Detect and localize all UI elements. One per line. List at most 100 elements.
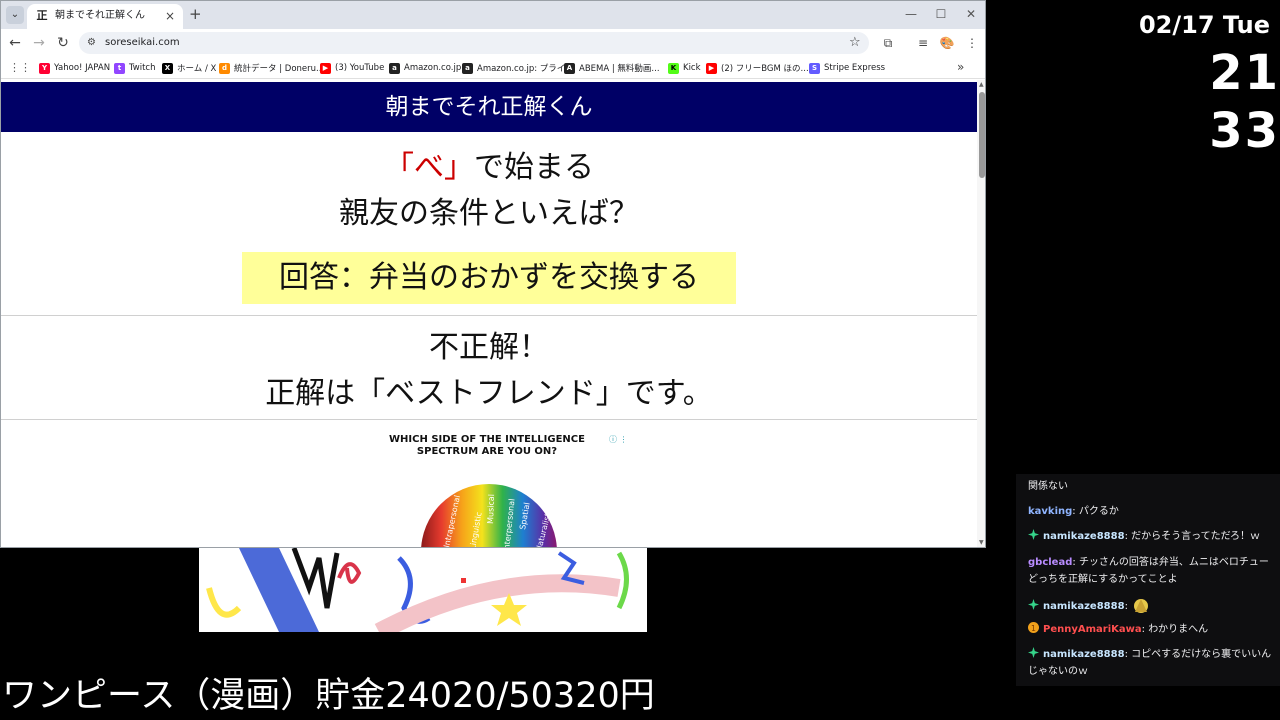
correct-answer: 正解は「ベストフレンド」です。: [265, 376, 713, 411]
advertisement[interactable]: WHICH SIDE OF THE INTELLIGENCE SPECTRUM …: [389, 432, 639, 548]
result-verdict: 不正解！: [429, 330, 549, 365]
bookmarks-more-icon[interactable]: »: [957, 60, 964, 74]
stripe-icon: S: [809, 62, 820, 74]
site-info-icon[interactable]: ⚙: [87, 36, 96, 50]
bookmark-free-bgm[interactable]: ▶ (2) フリーBGM ほの...: [706, 60, 809, 76]
doodle-dot: [461, 578, 466, 583]
chat-panel: 関係ない kavking: パクるか namikaze8888: だからそう言っ…: [1016, 474, 1280, 686]
chat-text: パクるか: [1078, 506, 1119, 517]
youtube-icon: ▶: [706, 62, 717, 74]
reload-button[interactable]: ↻: [55, 35, 71, 51]
chat-username[interactable]: PennyAmariKawa: [1043, 624, 1142, 635]
bookmark-label: Twitch: [129, 63, 156, 73]
back-button[interactable]: ←: [7, 35, 23, 51]
ad-label: Musical: [486, 494, 496, 524]
minimize-button[interactable]: —: [904, 6, 918, 22]
bookmark-label: Yahoo! JAPAN: [54, 63, 111, 73]
chat-username[interactable]: namikaze8888: [1043, 601, 1125, 612]
bookmark-label: 統計データ | Doneru...: [234, 64, 325, 74]
page-scrollbar[interactable]: ▲ ▼: [977, 80, 985, 547]
bookmark-label: ABEMA | 無料動画...: [579, 64, 660, 74]
amazon-icon: a: [462, 62, 473, 74]
new-tab-button[interactable]: +: [189, 5, 202, 23]
profile-icon[interactable]: 🎨: [939, 35, 955, 51]
browser-toolbar: ← → ↻ ⚙ soreseikai.com ☆ ⧉ ≡ 🎨 ⋮: [1, 29, 985, 57]
apps-grid-icon[interactable]: ⋮⋮: [9, 61, 31, 75]
question-rest: で始まる: [474, 150, 594, 185]
bookmark-youtube[interactable]: ▶ (3) YouTube: [320, 60, 384, 76]
chat-message: 関係ない: [1028, 478, 1272, 495]
forward-button[interactable]: →: [31, 35, 47, 51]
bookmark-yahoo[interactable]: Y Yahoo! JAPAN: [39, 60, 110, 76]
chat-username[interactable]: namikaze8888: [1043, 649, 1125, 660]
amazon-icon: a: [389, 62, 400, 74]
bookmark-x[interactable]: X ホーム / X: [162, 60, 216, 76]
sparkle-badge-icon: [1028, 599, 1039, 610]
divider: [1, 419, 977, 420]
emote-icon: [1134, 599, 1149, 613]
doodle-stroke: [206, 587, 242, 618]
answer-box: 回答：弁当のおかずを交換する: [242, 252, 736, 304]
x-icon: X: [162, 62, 173, 74]
doodle-stroke: [239, 548, 319, 632]
chat-text: わかりまへん: [1148, 624, 1209, 635]
browser-window: ⌄ 正 朝までそれ正解くん × + — ☐ ✕ ← → ↻ ⚙ soreseik…: [0, 0, 986, 548]
savings-counter: ワンピース（漫画）貯金24020/50320円: [2, 676, 655, 716]
overlay-time: 21 33: [1209, 45, 1280, 159]
site-header[interactable]: 朝までそれ正解くん: [1, 82, 977, 132]
bookmark-label: Kick: [683, 63, 701, 73]
url-text[interactable]: soreseikai.com: [105, 36, 180, 50]
question-line-2: 親友の条件といえば？: [339, 196, 639, 231]
chat-message: namikaze8888: だからそう言ってただろ！ｗ: [1028, 528, 1272, 545]
ad-title[interactable]: WHICH SIDE OF THE INTELLIGENCE SPECTRUM …: [389, 434, 585, 458]
bookmark-label: Amazon.co.jp: プライ...: [477, 64, 574, 74]
bookmark-label: ホーム / X: [177, 64, 217, 74]
ad-info-icon[interactable]: ⓘ ⋮: [609, 434, 628, 445]
chat-message: kavking: パクるか: [1028, 506, 1119, 517]
bookmark-kick[interactable]: K Kick: [668, 60, 701, 76]
bookmark-stripe[interactable]: S Stripe Express: [809, 60, 885, 76]
bookmark-twitch[interactable]: t Twitch: [114, 60, 156, 76]
doodle-artwork: [206, 548, 629, 632]
tab-title: 朝までそれ正解くん: [55, 10, 145, 21]
chat-username[interactable]: gbclead: [1028, 557, 1072, 568]
bookmark-amazon[interactable]: a Amazon.co.jp: [389, 60, 461, 76]
chat-message: namikaze8888:: [1028, 596, 1272, 615]
bookmark-abema[interactable]: A ABEMA | 無料動画...: [564, 60, 660, 76]
scroll-down-icon[interactable]: ▼: [979, 539, 984, 546]
doodle-stroke: [337, 562, 362, 584]
overlay-date: 02/17 Tue: [1138, 11, 1270, 39]
question-line-1: 「べ」で始まる: [1, 148, 977, 188]
scroll-thumb[interactable]: [979, 92, 985, 178]
active-tab[interactable]: 正 朝までそれ正解くん ×: [27, 4, 183, 29]
web-page: 朝までそれ正解くん 「べ」で始まる 親友の条件といえば？ 回答：弁当のおかずを交…: [1, 80, 977, 548]
question-letter: 「べ」: [384, 150, 474, 185]
scroll-up-icon[interactable]: ▲: [979, 81, 984, 88]
yahoo-icon: Y: [39, 62, 50, 74]
sparkle-badge-icon: [1028, 647, 1039, 658]
intelligence-spectrum-graphic[interactable]: Intrapersonal Linguistic Musical Interpe…: [421, 462, 561, 548]
close-window-button[interactable]: ✕: [964, 6, 978, 22]
chat-username[interactable]: kavking: [1028, 506, 1072, 517]
tab-search-button[interactable]: ⌄: [6, 6, 24, 24]
chat-message: gbclead: チッさんの回答は弁当、ムニはベロチュー どっちを正解にするかっ…: [1028, 557, 1269, 585]
doneru-icon: d: [219, 62, 230, 74]
bookmark-star-icon[interactable]: ☆: [849, 35, 861, 51]
tab-favicon-icon: 正: [36, 9, 48, 22]
browser-menu-icon[interactable]: ⋮: [964, 35, 980, 51]
chat-message: 1 PennyAmariKawa: わかりまへん: [1028, 621, 1272, 638]
address-bar[interactable]: ⚙ soreseikai.com ☆: [79, 32, 869, 54]
coin-badge-icon: 1: [1028, 622, 1039, 633]
bookmark-label: Stripe Express: [824, 63, 886, 73]
abema-icon: A: [564, 62, 575, 74]
chat-text: 関係ない: [1028, 481, 1068, 492]
bookmark-amazon-prime[interactable]: a Amazon.co.jp: プライ...: [462, 60, 573, 76]
maximize-button[interactable]: ☐: [934, 6, 948, 22]
tab-close-icon[interactable]: ×: [165, 8, 175, 24]
extensions-icon[interactable]: ⧉: [880, 35, 896, 51]
sparkle-badge-icon: [1028, 529, 1039, 540]
media-controls-icon[interactable]: ≡: [915, 35, 931, 51]
bookmark-doneru[interactable]: d 統計データ | Doneru...: [219, 60, 324, 76]
chat-username[interactable]: namikaze8888: [1043, 531, 1125, 542]
chat-text: だからそう言ってただろ！ｗ: [1131, 531, 1261, 542]
